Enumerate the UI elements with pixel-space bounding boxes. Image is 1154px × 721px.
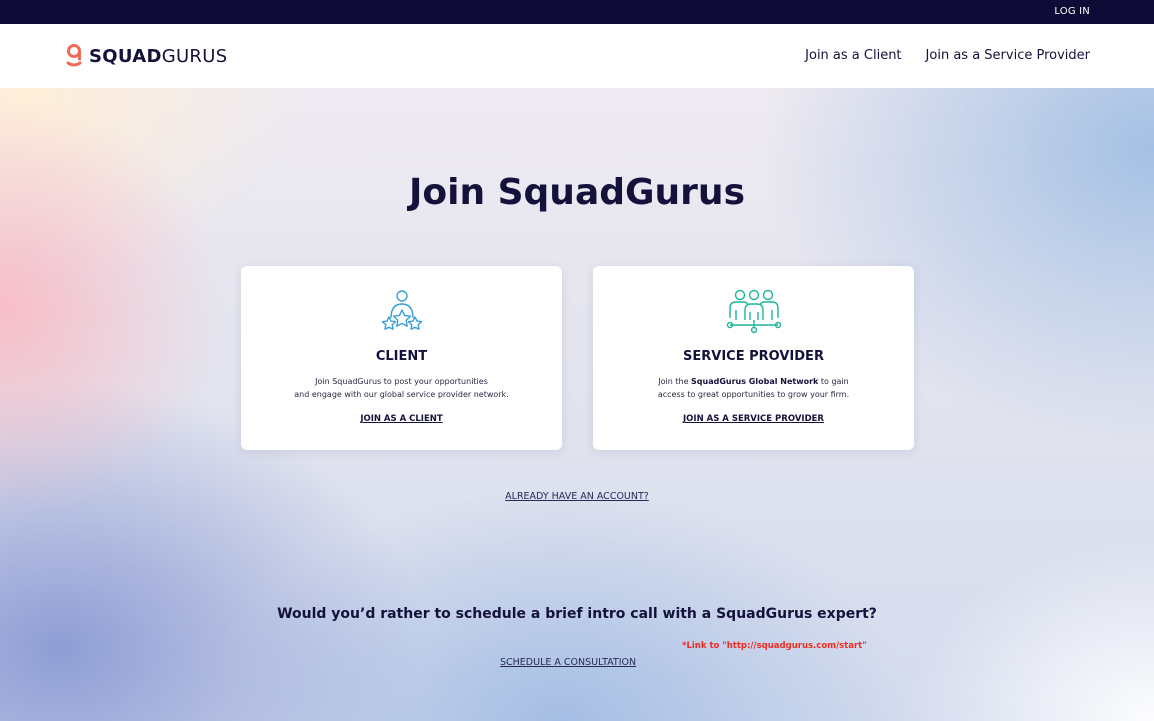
site-header: SQUADGURUS Join as a Client Join as a Se…: [0, 24, 1154, 88]
page-title: Join SquadGurus: [408, 172, 745, 213]
service-provider-card: SERVICE PROVIDER Join the SquadGurus Glo…: [593, 266, 914, 450]
service-provider-card-description: Join the SquadGurus Global Network to ga…: [657, 377, 850, 399]
login-link[interactable]: LOG IN: [1054, 6, 1090, 17]
top-bar: LOG IN: [0, 0, 1154, 24]
link-annotation: *Link to "http://squadgurus.com/start": [682, 641, 867, 651]
service-provider-card-title: SERVICE PROVIDER: [683, 349, 824, 364]
client-stars-icon: [381, 290, 422, 330]
team-network-icon: [726, 289, 781, 334]
header-nav: Join as a Client Join as a Service Provi…: [805, 48, 1090, 63]
client-card: CLIENT Join SquadGurus to post your oppo…: [241, 266, 562, 450]
client-card-description: Join SquadGurus to post your opportuniti…: [294, 377, 509, 399]
nav-join-provider[interactable]: Join as a Service Provider: [926, 48, 1090, 63]
join-as-provider-link[interactable]: JOIN AS A SERVICE PROVIDER: [593, 414, 914, 424]
already-account-row: ALREADY HAVE AN ACCOUNT?: [0, 484, 1154, 503]
client-card-title: CLIENT: [375, 349, 428, 364]
squadgurus-logo[interactable]: SQUADGURUS: [65, 43, 227, 69]
hero-section: Join SquadGurus CLIENT Join SquadGurus t…: [0, 88, 1154, 721]
schedule-row: SCHEDULE A CONSULTATION: [500, 650, 636, 669]
join-as-client-link[interactable]: JOIN AS A CLIENT: [241, 414, 562, 424]
nav-join-client[interactable]: Join as a Client: [805, 48, 901, 63]
already-have-account-link[interactable]: ALREADY HAVE AN ACCOUNT?: [505, 491, 649, 502]
logo-mark-icon: [66, 44, 82, 67]
consultation-question: Would you’d rather to schedule a brief i…: [277, 606, 877, 622]
logo-text: SQUADGURUS: [89, 45, 228, 67]
schedule-consultation-link[interactable]: SCHEDULE A CONSULTATION: [500, 657, 636, 668]
